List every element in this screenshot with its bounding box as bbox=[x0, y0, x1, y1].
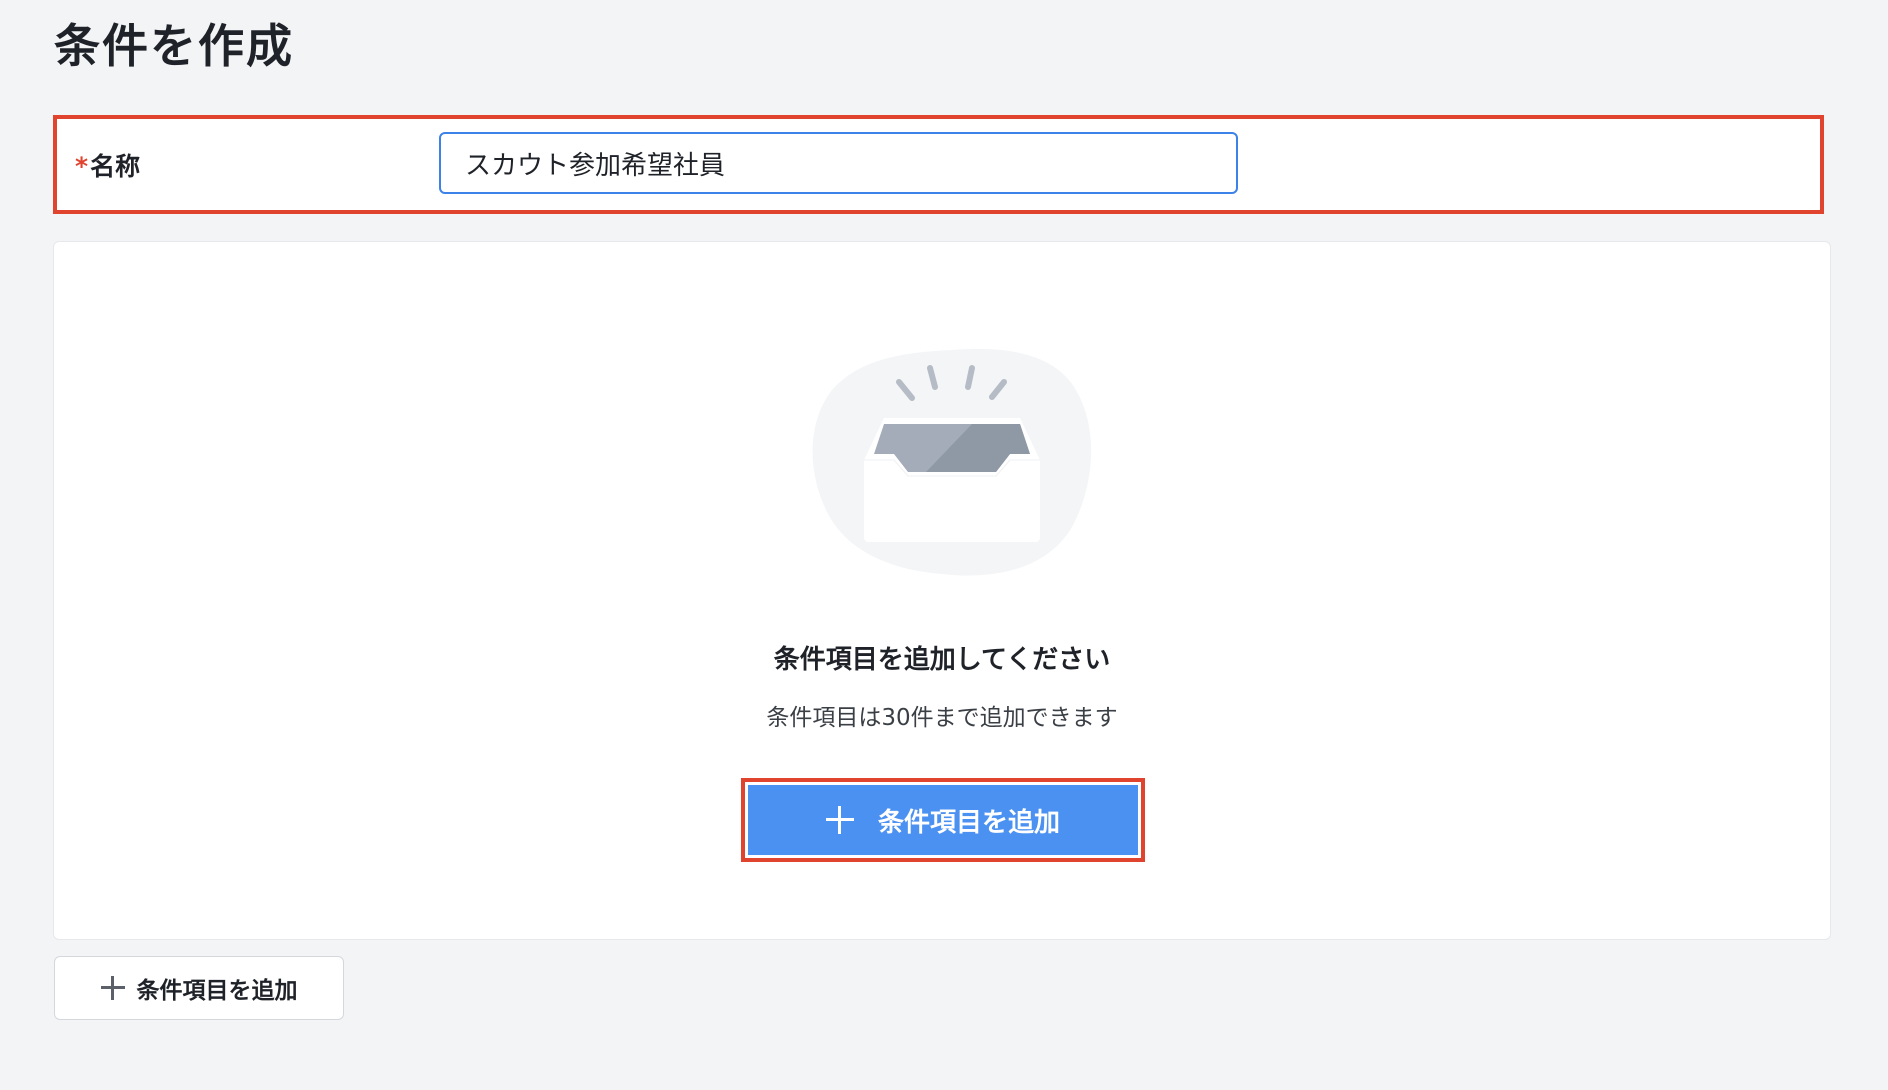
plus-icon bbox=[100, 976, 125, 1000]
add-condition-item-button[interactable]: 条件項目を追加 bbox=[748, 785, 1138, 855]
add-condition-item-secondary-button[interactable]: 条件項目を追加 bbox=[54, 956, 344, 1020]
conditions-panel: 条件項目を追加してください 条件項目は30件まで追加できます 条件項目を追加 bbox=[53, 241, 1831, 940]
name-input[interactable] bbox=[439, 132, 1238, 194]
add-condition-highlight: 条件項目を追加 bbox=[741, 778, 1145, 862]
name-label-text: 名称 bbox=[90, 152, 141, 181]
add-condition-item-label: 条件項目を追加 bbox=[877, 807, 1060, 838]
empty-box-icon bbox=[812, 348, 1092, 576]
page-title: 条件を作成 bbox=[54, 19, 294, 73]
add-condition-item-secondary-label: 条件項目を追加 bbox=[136, 978, 298, 1004]
empty-state-title: 条件項目を追加してください bbox=[773, 645, 1111, 675]
required-mark: * bbox=[75, 152, 89, 181]
plus-icon bbox=[825, 806, 854, 834]
name-field-row: *名称 bbox=[53, 115, 1824, 214]
empty-state-description: 条件項目は30件まで追加できます bbox=[766, 705, 1118, 731]
name-field-label: *名称 bbox=[75, 147, 140, 183]
